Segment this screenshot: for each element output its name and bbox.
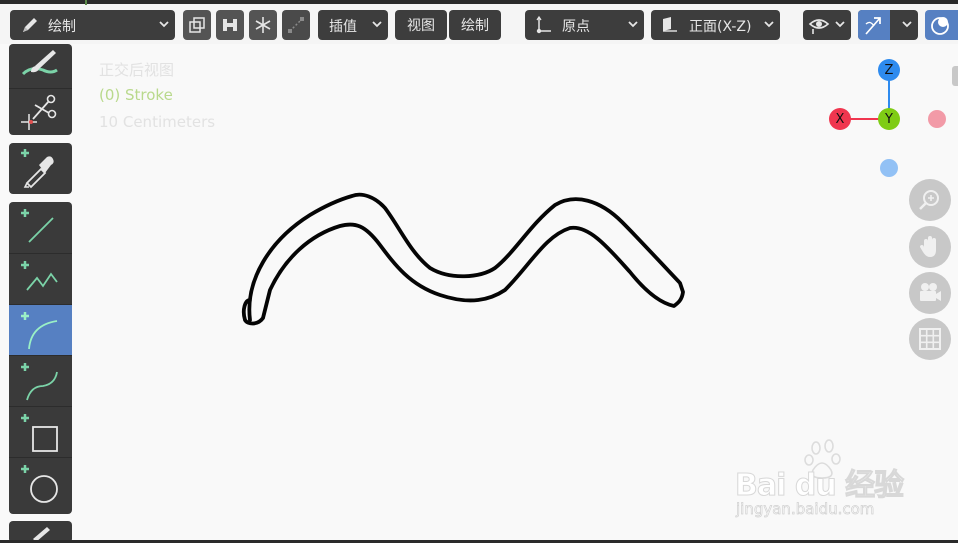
hand-icon bbox=[920, 236, 936, 257]
blender-window: 绘制 插值 视图 绘制 原点 正面(X-Z) 正交后视图 (0) Stroke … bbox=[0, 0, 958, 543]
zoom-icon bbox=[919, 190, 939, 210]
region-toggle[interactable] bbox=[952, 66, 958, 86]
axis-z[interactable]: Z bbox=[878, 59, 900, 81]
camera-button[interactable] bbox=[909, 272, 951, 314]
axis-x-label: X bbox=[835, 111, 845, 127]
axis-z-label: Z bbox=[884, 62, 894, 78]
axis-neg-x[interactable] bbox=[928, 110, 946, 128]
camera-icon bbox=[920, 283, 941, 301]
axis-neg-z[interactable] bbox=[880, 159, 898, 177]
axis-y-label: Y bbox=[885, 111, 893, 127]
grid-icon bbox=[919, 328, 941, 350]
baidu-watermark: Bai du 经验 jingyan.baidu.com bbox=[734, 436, 910, 522]
watermark-brand: Bai du 经验 bbox=[734, 468, 904, 504]
watermark-url: jingyan.baidu.com bbox=[736, 500, 875, 519]
axis-x[interactable]: X bbox=[829, 108, 851, 130]
pan-button[interactable] bbox=[909, 226, 951, 268]
axis-y[interactable]: Y bbox=[878, 108, 900, 130]
ortho-toggle-button[interactable] bbox=[909, 318, 951, 360]
zoom-button[interactable] bbox=[909, 179, 951, 221]
